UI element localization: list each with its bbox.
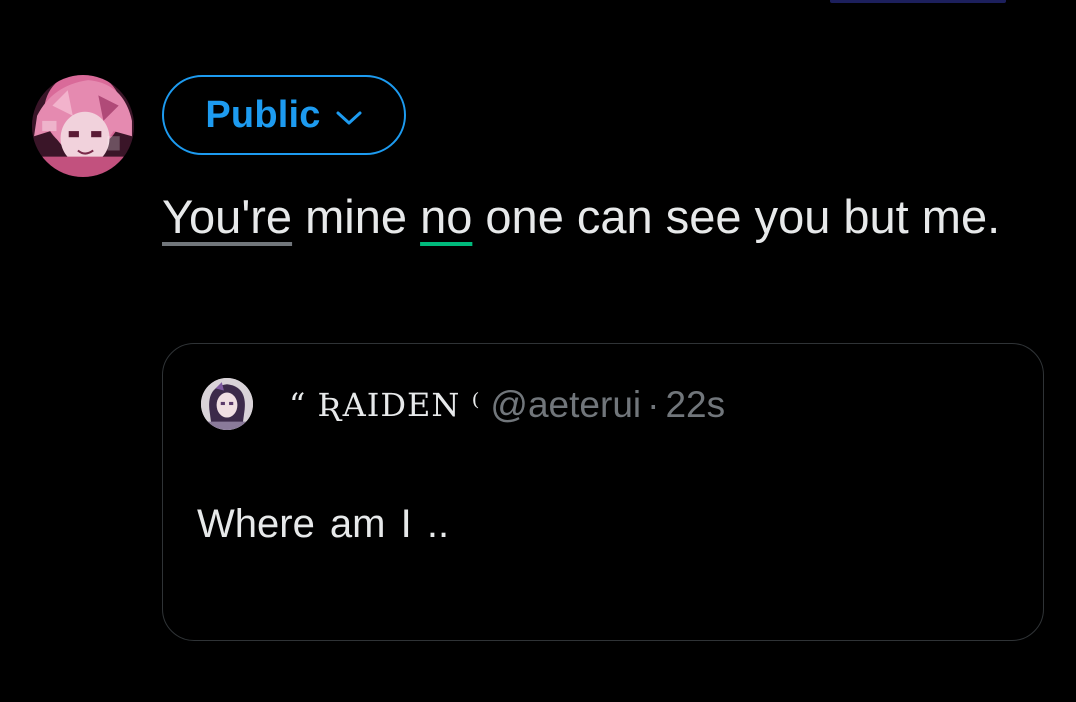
audience-selector-button[interactable]: Public (162, 75, 406, 155)
quoted-post-body: Where am I .. (197, 502, 450, 546)
quoted-author-avatar[interactable] (201, 378, 253, 430)
compose-text-area[interactable]: You're mine no one can see you but me. (162, 180, 1022, 254)
quoted-avatar-image (201, 378, 253, 430)
quoted-display-name[interactable]: “ ƦAIDEN ⁽ (289, 386, 480, 424)
spellcheck-word[interactable]: You're (162, 190, 292, 243)
quoted-post-header: “ ƦAIDEN ⁽ @aeterui · 22s (289, 380, 725, 430)
compose-screen: Public You're mine no one can see you bu… (0, 0, 1076, 702)
compose-text-segment: mine (292, 190, 421, 243)
top-accent-bar (830, 0, 1006, 3)
quoted-post-card[interactable]: “ ƦAIDEN ⁽ @aeterui · 22s Where am I .. (162, 343, 1044, 641)
quoted-timestamp: 22s (665, 384, 726, 425)
suggestion-word[interactable]: no (420, 190, 472, 243)
compose-text-segment: one can see you but me. (472, 190, 1001, 243)
separator-dot: · (647, 384, 660, 425)
user-avatar-image (32, 75, 134, 177)
user-avatar[interactable] (32, 75, 134, 177)
quoted-handle: @aeterui (490, 384, 642, 425)
audience-label: Public (205, 93, 321, 136)
chevron-down-icon (336, 111, 362, 125)
